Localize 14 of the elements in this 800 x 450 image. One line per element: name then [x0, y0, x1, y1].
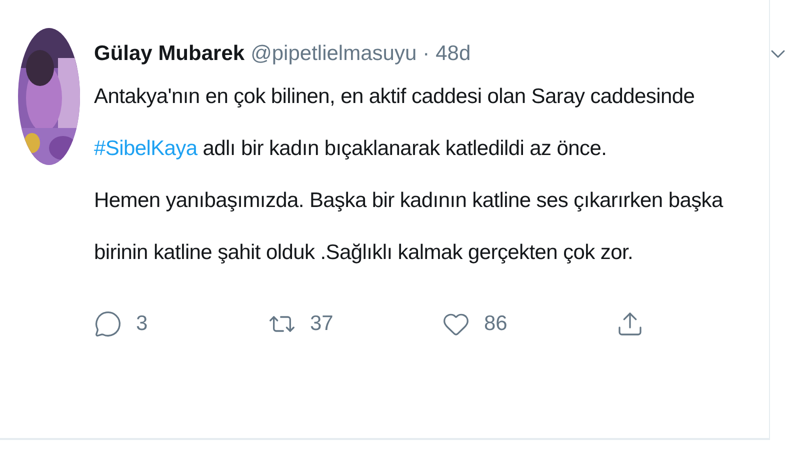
author-handle[interactable]: @pipetlielmasuyu — [250, 42, 417, 66]
reply-icon[interactable] — [94, 310, 122, 338]
retweet-count: 37 — [310, 312, 334, 336]
tweet-text-line: Antakya'nın en çok bilinen, en aktif caddesi olan Saray caddesinde — [94, 84, 696, 110]
share-icon[interactable] — [616, 310, 644, 338]
tweet-text-line: birinin katline şahit olduk .Sağlıklı kalmak gerçekten çok zor. — [94, 240, 634, 266]
reply-count: 3 — [136, 312, 148, 336]
separator-dot: · — [422, 42, 430, 66]
author-name[interactable]: Gülay Mubarek — [94, 42, 245, 66]
tweet-age[interactable]: 48d — [436, 42, 471, 66]
like-count: 86 — [484, 312, 508, 336]
tweet-text-line: #SibelKaya adlı bir kadın bıçaklanarak katledildi az önce. — [94, 136, 608, 162]
tweet-text-line: Hemen yanıbaşımızda. Başka bir kadının katline ses çıkarırken başka — [94, 188, 724, 214]
hashtag-link[interactable]: #SibelKaya — [94, 137, 198, 160]
